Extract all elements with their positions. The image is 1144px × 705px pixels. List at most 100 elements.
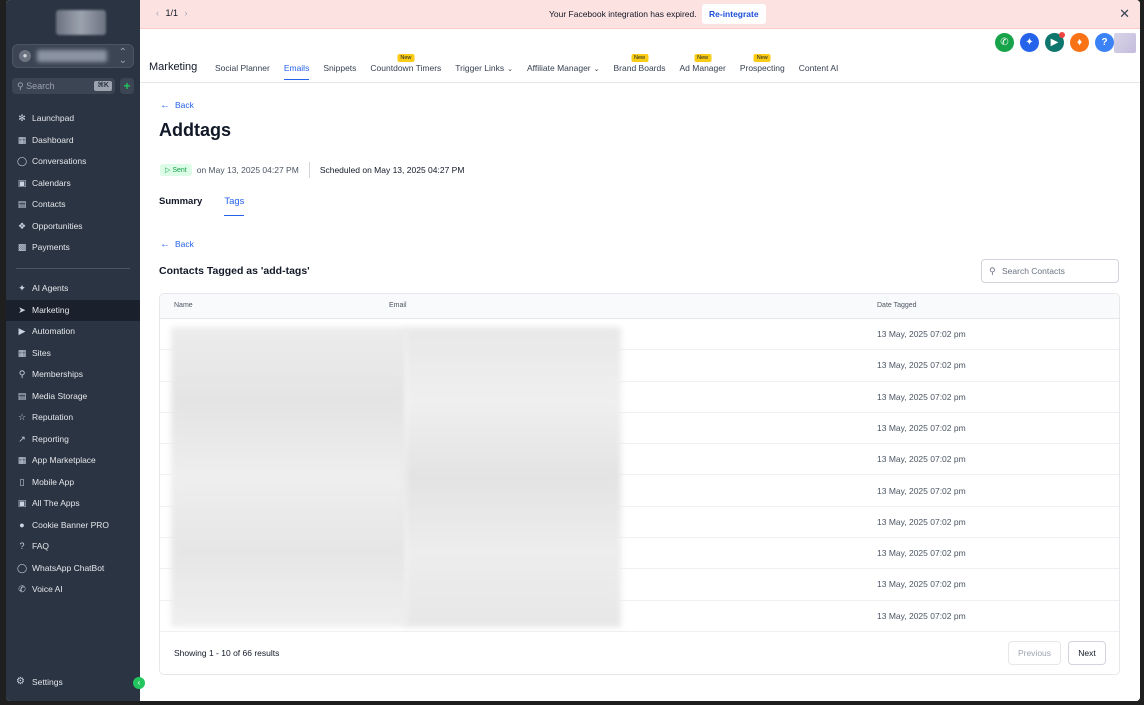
tab-ad-manager[interactable]: Ad Manager New [680, 53, 726, 80]
quick-add-button[interactable]: + [120, 78, 134, 94]
tab-label: Snippets [323, 63, 357, 73]
next-page-button[interactable]: Next [1068, 641, 1106, 665]
megaphone-icon[interactable]: ▶ [1045, 32, 1065, 52]
sidebar-item-ai-agents[interactable]: ✦ AI Agents [6, 278, 140, 300]
automation-icon: ▶ [18, 326, 26, 336]
tab-emails[interactable]: Emails [283, 53, 310, 80]
grid-icon: ▦ [17, 134, 27, 145]
trend-icon: ↗ [18, 433, 26, 444]
logo [56, 10, 106, 35]
sidebar-item-cookie-banner-pro[interactable]: ● Cookie Banner PRO [6, 515, 140, 537]
tab-label: Emails [283, 63, 310, 73]
column-header-date-tagged[interactable]: Date Tagged [877, 302, 917, 309]
tab-summary[interactable]: Summary [159, 196, 202, 216]
date-tagged-cell: 13 May, 2025 07:02 pm [877, 360, 966, 371]
sidebar-item-opportunities[interactable]: ❖ Opportunities [6, 216, 140, 238]
sidebar-item-automation[interactable]: ▶ Automation [6, 321, 140, 343]
send-icon: ➤ [18, 304, 26, 315]
date-tagged-cell: 13 May, 2025 07:02 pm [877, 548, 966, 559]
banner-page-count: 1/1 [165, 8, 179, 18]
sidebar-item-settings[interactable]: ⚙ Settings [6, 672, 140, 692]
tab-countdown-timers[interactable]: Countdown Timers New [370, 53, 441, 80]
sidebar-item-voice-ai[interactable]: ✆ Voice AI [6, 579, 140, 601]
account-avatar-icon: ● [19, 50, 31, 62]
chevron-right-icon[interactable]: › [185, 8, 188, 18]
chevron-down-icon: ⌄ [593, 66, 600, 73]
sidebar-item-marketing[interactable]: ➤ Marketing [6, 299, 140, 321]
chevron-left-icon[interactable]: ‹ [156, 8, 159, 18]
date-tagged-cell: 13 May, 2025 07:02 pm [877, 579, 966, 590]
close-icon[interactable]: ✕ [1119, 7, 1130, 21]
previous-page-button[interactable]: Previous [1008, 641, 1061, 665]
sidebar-divider [16, 268, 130, 269]
back-link[interactable]: ← Back [160, 100, 194, 111]
sidebar-item-sites[interactable]: ▦ Sites [6, 343, 140, 365]
tab-tags[interactable]: Tags [224, 196, 245, 216]
sidebar-item-media-storage[interactable]: ▤ Media Storage [6, 386, 140, 408]
contacts-table: Name Email Date Tagged 13 May, 2025 07:0… [159, 293, 1120, 675]
phone-icon[interactable]: ✆ [995, 33, 1014, 52]
redacted-names [171, 327, 407, 627]
back-link-secondary[interactable]: ← Back [160, 239, 194, 250]
sidebar-item-label: Media Storage [32, 390, 88, 401]
tab-social-planner[interactable]: Social Planner [215, 53, 270, 80]
sidebar-item-whatsapp-chatbot[interactable]: ◯ WhatsApp ChatBot [6, 558, 140, 580]
sidebar-item-mobile-app[interactable]: ▯ Mobile App [6, 472, 140, 494]
sidebar-search[interactable]: ⚲ Search ⌘K [12, 78, 115, 94]
sidebar-item-contacts[interactable]: ▤ Contacts [6, 194, 140, 216]
table-header: Name Email Date Tagged [160, 294, 1119, 319]
column-header-email[interactable]: Email [389, 302, 407, 309]
search-contacts-input[interactable]: ⚲ Search Contacts [981, 259, 1119, 283]
reintegrate-button[interactable]: Re-integrate [702, 4, 766, 24]
tab-label: Content AI [798, 63, 839, 73]
page-title: Addtags [159, 120, 231, 140]
tab-brand-boards[interactable]: Brand Boards New [614, 53, 666, 80]
account-switcher[interactable]: ● ⌃ ⌄ [12, 44, 134, 68]
sidebar-item-faq[interactable]: ? FAQ [6, 536, 140, 558]
pagination-summary: Showing 1 - 10 of 66 results [174, 648, 280, 658]
sidebar-item-reputation[interactable]: ☆ Reputation [6, 407, 140, 429]
arrow-left-icon: ← [160, 100, 170, 111]
account-name [37, 50, 107, 62]
apps-icon: ▦ [17, 455, 27, 465]
tab-snippets[interactable]: Snippets [323, 53, 356, 80]
sidebar-item-conversations[interactable]: ◯ Conversations [6, 151, 140, 173]
column-header-name[interactable]: Name [174, 302, 193, 309]
sidebar-item-label: Memberships [32, 369, 84, 379]
help-icon[interactable]: ? [1095, 33, 1114, 52]
sidebar-item-all-the-apps[interactable]: ▣ All The Apps [6, 493, 140, 515]
banner-message: Your Facebook integration has expired. [549, 9, 697, 19]
sidebar-item-calendars[interactable]: ▣ Calendars [6, 173, 140, 195]
sidebar-item-memberships[interactable]: ⚲ Memberships [6, 364, 140, 386]
sidebar-item-label: Mobile App [32, 476, 75, 487]
phone-icon: ✆ [18, 584, 26, 594]
sidebar-nav-secondary: ✦ AI Agents ➤ Marketing ▶ Automation ▦ Sites ⚲ Me… [6, 278, 140, 601]
magic-wand-icon[interactable]: ✦ [1020, 33, 1039, 52]
bell-icon[interactable]: ♦ [1070, 33, 1089, 52]
sidebar-item-label: Conversations [32, 156, 87, 166]
sidebar-item-launchpad[interactable]: ✻ Launchpad [6, 108, 140, 130]
sidebar-item-payments[interactable]: ▩ Payments [6, 237, 140, 259]
campaign-status-row: ▷ Sent on May 13, 2025 04:27 PM Schedule… [160, 162, 464, 178]
sidebar-item-app-marketplace[interactable]: ▦ App Marketplace [6, 450, 140, 472]
tab-affiliate-manager[interactable]: Affiliate Manager ⌄ [527, 53, 600, 80]
sidebar-item-label: All The Apps [32, 498, 80, 508]
tab-content-ai[interactable]: Content AI [799, 53, 839, 80]
sidebar-item-label: Dashboard [32, 134, 74, 145]
user-avatar[interactable] [1114, 33, 1136, 53]
date-tagged-cell: 13 May, 2025 07:02 pm [877, 516, 966, 527]
collapse-sidebar-button[interactable]: ‹ [133, 677, 145, 689]
search-icon: ⚲ [989, 266, 996, 276]
top-header: ✆ ✦ ▶ ♦ ? Marketing Social Planner Emails… [140, 29, 1140, 83]
search-icon: ⚲ [17, 81, 24, 91]
date-tagged-cell: 13 May, 2025 07:02 pm [877, 329, 966, 339]
tab-label: Brand Boards [613, 63, 666, 73]
sidebar-item-reporting[interactable]: ↗ Reporting [6, 429, 140, 451]
tab-label: Trigger Links [455, 63, 505, 73]
tab-trigger-links[interactable]: Trigger Links ⌄ [455, 53, 513, 80]
tab-label: Social Planner [215, 63, 270, 73]
sidebar-item-label: Payments [32, 242, 70, 252]
banner-pager: ‹ 1/1 › [152, 8, 192, 18]
sidebar-item-dashboard[interactable]: ▦ Dashboard [6, 130, 140, 152]
tab-prospecting[interactable]: Prospecting New [740, 53, 785, 80]
